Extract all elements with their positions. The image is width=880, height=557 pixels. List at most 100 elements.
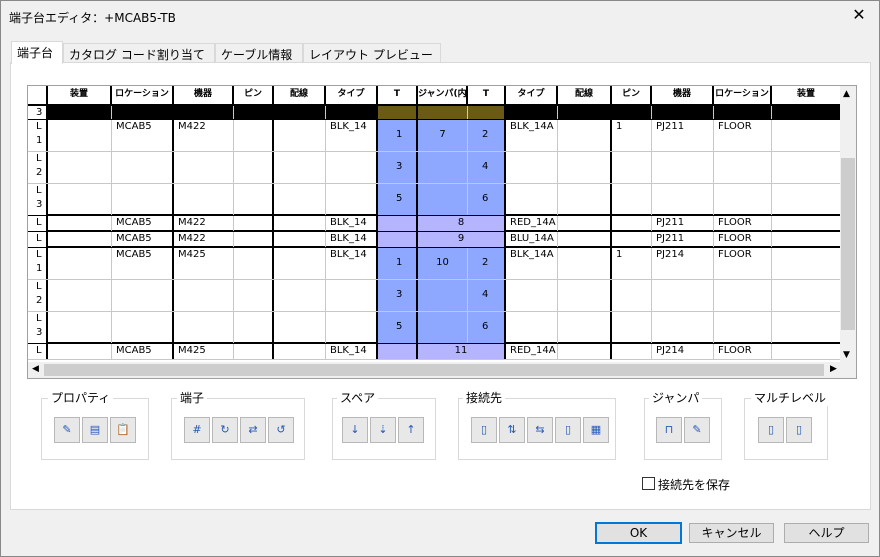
- grid-cell[interactable]: [274, 120, 326, 151]
- grid-cell[interactable]: [234, 280, 274, 311]
- grid-cell[interactable]: 2: [468, 120, 506, 151]
- grid-cell[interactable]: [326, 312, 378, 343]
- table-row[interactable]: L MCAB5 M422 BLK_14 9 BLU_14A PJ211 FLOOR: [28, 232, 842, 248]
- grid-cell[interactable]: BLK_14: [326, 344, 378, 359]
- tab-catalog-code[interactable]: カタログ コード割り当て: [63, 43, 215, 63]
- grid-cell[interactable]: [48, 216, 112, 231]
- grid-cell[interactable]: [378, 106, 418, 119]
- grid-cell[interactable]: [48, 184, 112, 215]
- grid-cell[interactable]: [612, 184, 652, 215]
- grid-cell[interactable]: [558, 106, 612, 119]
- header-terminal-right[interactable]: T: [468, 86, 506, 104]
- table-row[interactable]: L 3 5 6: [28, 312, 842, 344]
- grid-cell[interactable]: RED_14A: [506, 344, 558, 359]
- grid-cell[interactable]: 3: [378, 280, 418, 311]
- grid-cell[interactable]: [274, 106, 326, 119]
- grid-cell[interactable]: [326, 280, 378, 311]
- row-label[interactable]: L 1: [28, 248, 48, 279]
- grid-cell[interactable]: M422: [174, 216, 234, 231]
- grid-cell[interactable]: [48, 106, 112, 119]
- help-button[interactable]: ヘルプ: [784, 523, 869, 543]
- grid-cell[interactable]: [48, 280, 112, 311]
- grid-cell[interactable]: PJ211: [652, 120, 714, 151]
- table-row[interactable]: L MCAB5 M425 BLK_14 11 RED_14A PJ214 FLOOR: [28, 344, 842, 360]
- grid-cell[interactable]: [558, 120, 612, 151]
- grid-cell[interactable]: [772, 232, 842, 247]
- grid-cell[interactable]: [612, 106, 652, 119]
- header-equipment-left[interactable]: 装置: [48, 86, 112, 104]
- scroll-thumb[interactable]: [841, 158, 855, 330]
- grid-cell[interactable]: [558, 184, 612, 215]
- header-device-right[interactable]: 機器: [652, 86, 714, 104]
- grid-cell[interactable]: [48, 248, 112, 279]
- grid-cell[interactable]: [652, 280, 714, 311]
- grid-cell[interactable]: FLOOR: [714, 344, 772, 359]
- scroll-down-icon[interactable]: ▼: [843, 350, 850, 360]
- grid-cell[interactable]: [558, 344, 612, 359]
- grid-cell[interactable]: 11: [418, 344, 506, 359]
- grid-cell[interactable]: FLOOR: [714, 232, 772, 247]
- terminal-reverse-icon[interactable]: ↺: [268, 417, 294, 443]
- header-device-left[interactable]: 機器: [174, 86, 234, 104]
- grid-cell[interactable]: [558, 280, 612, 311]
- grid-cell[interactable]: PJ214: [652, 344, 714, 359]
- grid-cell[interactable]: [48, 152, 112, 183]
- table-row[interactable]: L 1 MCAB5 M422 BLK_14 1 7 2 BLK_14A 1 PJ211 FLOOR: [28, 120, 842, 152]
- grid-cell[interactable]: 5: [378, 184, 418, 215]
- grid-cell[interactable]: PJ211: [652, 232, 714, 247]
- grid-cell[interactable]: [418, 106, 468, 119]
- grid-cell[interactable]: 1: [612, 248, 652, 279]
- grid-cell[interactable]: [234, 248, 274, 279]
- grid-cell[interactable]: [48, 312, 112, 343]
- row-label[interactable]: L 1: [28, 120, 48, 151]
- spare-insert-below-icon[interactable]: ⇣: [370, 417, 396, 443]
- row-label[interactable]: L: [28, 344, 48, 359]
- grid-cell[interactable]: [234, 152, 274, 183]
- table-row[interactable]: 3: [28, 106, 842, 120]
- connect-table-icon[interactable]: ▦: [583, 417, 609, 443]
- grid-cell[interactable]: [378, 232, 418, 247]
- ok-button[interactable]: OK: [595, 522, 682, 544]
- table-row[interactable]: L 3 5 6: [28, 184, 842, 216]
- grid-cell[interactable]: [558, 216, 612, 231]
- grid-cell[interactable]: FLOOR: [714, 216, 772, 231]
- grid-cell[interactable]: 6: [468, 184, 506, 215]
- jumper-add-icon[interactable]: ⊓: [656, 417, 682, 443]
- grid-cell[interactable]: FLOOR: [714, 120, 772, 151]
- grid-cell[interactable]: PJ214: [652, 248, 714, 279]
- grid-cell[interactable]: [174, 280, 234, 311]
- grid-cell[interactable]: [506, 106, 558, 119]
- grid-cell[interactable]: [418, 312, 468, 343]
- header-pin-right[interactable]: ピン: [612, 86, 652, 104]
- grid-cell[interactable]: 9: [418, 232, 506, 247]
- table-row[interactable]: L 2 3 4: [28, 280, 842, 312]
- grid-cell[interactable]: FLOOR: [714, 248, 772, 279]
- grid-cell[interactable]: [506, 312, 558, 343]
- jumper-edit-icon[interactable]: ✎: [684, 417, 710, 443]
- grid-cell[interactable]: M425: [174, 248, 234, 279]
- header-pin-left[interactable]: ピン: [234, 86, 274, 104]
- grid-cell[interactable]: BLK_14A: [506, 248, 558, 279]
- property-paste-icon[interactable]: 📋: [110, 417, 136, 443]
- grid-cell[interactable]: 6: [468, 312, 506, 343]
- grid-cell[interactable]: M425: [174, 344, 234, 359]
- grid-cell[interactable]: [612, 216, 652, 231]
- header-wiring-left[interactable]: 配線: [274, 86, 326, 104]
- grid-cell[interactable]: MCAB5: [112, 248, 174, 279]
- header-wiring-right[interactable]: 配線: [558, 86, 612, 104]
- grid-cell[interactable]: [112, 312, 174, 343]
- scroll-left-icon[interactable]: ◀: [32, 364, 39, 374]
- grid-cell[interactable]: [234, 120, 274, 151]
- grid-cell[interactable]: [612, 312, 652, 343]
- multilevel-down-icon[interactable]: ▯: [786, 417, 812, 443]
- row-label[interactable]: 3: [28, 106, 48, 119]
- grid-cell[interactable]: [274, 280, 326, 311]
- grid-cell[interactable]: [772, 106, 842, 119]
- grid-cell[interactable]: MCAB5: [112, 232, 174, 247]
- grid-cell[interactable]: [234, 344, 274, 359]
- spare-insert-icon[interactable]: ↓: [342, 417, 368, 443]
- grid-cell[interactable]: [652, 106, 714, 119]
- grid-cell[interactable]: BLU_14A: [506, 232, 558, 247]
- multilevel-up-icon[interactable]: ▯: [758, 417, 784, 443]
- grid-cell[interactable]: [234, 312, 274, 343]
